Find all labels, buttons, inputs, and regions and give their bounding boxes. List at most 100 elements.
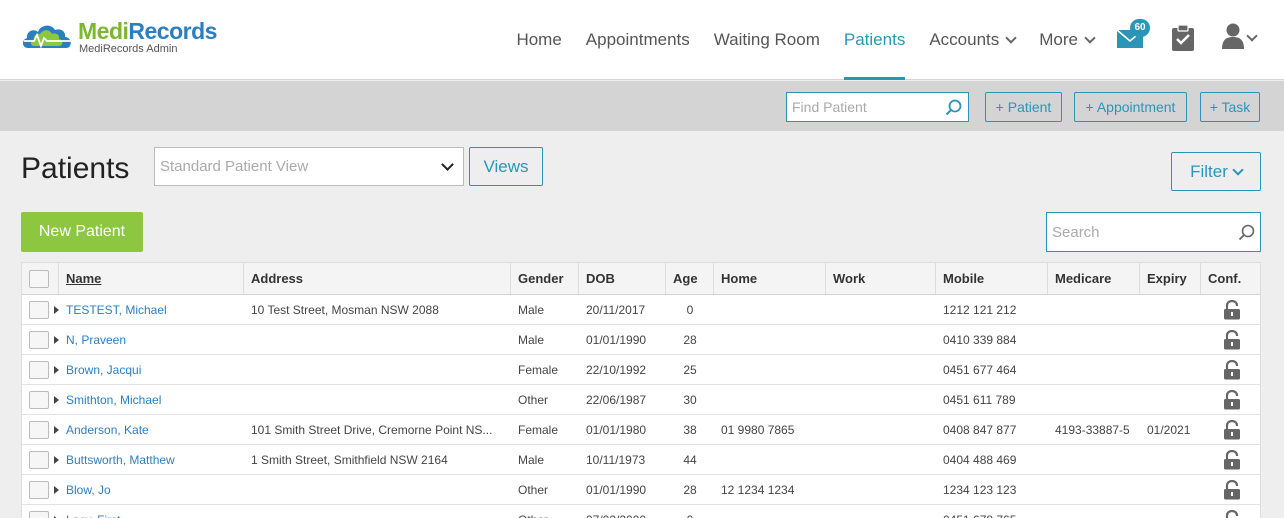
header-work[interactable]: Work [826, 263, 936, 294]
patient-mobile: 0451 678 765 [936, 505, 1048, 518]
search-icon[interactable] [945, 99, 962, 116]
header-name[interactable]: Name [59, 263, 244, 294]
patient-name-link[interactable]: Blow, Jo [59, 475, 244, 504]
user-menu-chevron-icon[interactable] [1246, 30, 1258, 42]
lock-icon[interactable] [1223, 299, 1241, 320]
header-dob[interactable]: DOB [579, 263, 666, 294]
nav-home[interactable]: Home [516, 0, 561, 80]
medirecords-logo[interactable]: MediRecords MediRecords Admin [20, 20, 217, 55]
patient-medicare-expiry: 01/2021 [1147, 422, 1191, 437]
find-patient-input[interactable] [787, 93, 937, 121]
row-checkbox[interactable] [29, 480, 49, 499]
patient-name-link[interactable]: TESTEST, Michael [59, 295, 244, 324]
patient-dob: 10/11/1973 [586, 452, 646, 467]
patient-dob: 01/01/1990 [586, 332, 647, 347]
patient-name-link[interactable]: Brown, Jacqui [59, 355, 244, 384]
row-select-cell [22, 295, 59, 324]
conf-cell [1201, 295, 1260, 324]
patient-name-link[interactable]: Lacy, First [59, 505, 244, 518]
patient-name-link[interactable]: Buttsworth, Matthew [59, 445, 244, 474]
filter-button[interactable]: Filter [1171, 152, 1261, 191]
lock-icon[interactable] [1223, 359, 1241, 380]
brand-name-part2: Records [128, 18, 217, 44]
conf-cell [1201, 415, 1260, 444]
user-icon[interactable] [1221, 22, 1245, 50]
patient-home-phone: 12 1234 1234 [721, 482, 795, 497]
add-patient-button[interactable]: + Patient [985, 92, 1062, 122]
nav-accounts[interactable]: Accounts [929, 0, 1017, 80]
chevron-down-icon [441, 158, 454, 171]
header-mobile[interactable]: Mobile [936, 263, 1048, 294]
add-task-button[interactable]: + Task [1200, 92, 1260, 122]
patient-name-link[interactable]: Anderson, Kate [59, 415, 244, 444]
nav-appointments[interactable]: Appointments [586, 0, 690, 80]
patient-name-link[interactable]: N, Praveen [59, 325, 244, 354]
patient-work-phone [826, 415, 936, 444]
header-expiry[interactable]: Expiry [1140, 263, 1201, 294]
row-checkbox[interactable] [29, 510, 49, 518]
table-row[interactable]: N, Praveen Male 01/01/1990 28 0410 339 8… [22, 325, 1260, 355]
search-icon[interactable] [1238, 224, 1255, 241]
row-checkbox[interactable] [29, 420, 49, 439]
patient-home-phone [714, 505, 826, 518]
patient-name-link[interactable]: Smithton, Michael [59, 385, 244, 414]
patient-dob: 07/02/2000 [579, 505, 666, 518]
header-medicare[interactable]: Medicare [1048, 263, 1140, 294]
header-address[interactable]: Address [244, 263, 511, 294]
lock-icon[interactable] [1223, 509, 1241, 518]
row-select-cell [22, 445, 59, 474]
patient-work-phone [826, 445, 936, 474]
table-row[interactable]: Anderson, Kate 101 Smith Street Drive, C… [22, 415, 1260, 445]
patient-home-phone [714, 355, 826, 384]
patient-gender: Other [511, 505, 579, 518]
conf-cell [1201, 355, 1260, 384]
views-button[interactable]: Views [469, 147, 543, 186]
lock-icon[interactable] [1223, 419, 1241, 440]
nav-waiting-room[interactable]: Waiting Room [714, 0, 820, 80]
table-row[interactable]: Buttsworth, Matthew 1 Smith Street, Smit… [22, 445, 1260, 475]
patient-work-phone [826, 325, 936, 354]
lock-icon[interactable] [1223, 479, 1241, 500]
header-conf[interactable]: Conf. [1201, 263, 1260, 294]
row-checkbox[interactable] [29, 330, 49, 349]
patient-dob: 01/01/1990 [586, 482, 647, 497]
select-all-checkbox[interactable] [29, 269, 49, 288]
header-home[interactable]: Home [714, 263, 826, 294]
row-checkbox[interactable] [29, 450, 49, 469]
lock-icon[interactable] [1223, 449, 1241, 470]
patient-view-select[interactable]: Standard Patient View [154, 147, 464, 186]
patient-mobile: 1212 121 212 [943, 302, 1017, 317]
patient-medicare [1048, 445, 1140, 474]
table-row[interactable]: Blow, Jo Other 01/01/1990 28 12 1234 123… [22, 475, 1260, 505]
header-gender[interactable]: Gender [511, 263, 579, 294]
add-appointment-button[interactable]: + Appointment [1074, 92, 1187, 122]
row-checkbox[interactable] [29, 300, 49, 319]
patient-medicare [1048, 295, 1140, 324]
table-search-input[interactable] [1047, 213, 1227, 251]
lock-icon[interactable] [1223, 329, 1241, 350]
clipboard-check-icon[interactable] [1171, 24, 1195, 52]
nav-patients[interactable]: Patients [843, 0, 906, 80]
chevron-down-icon [1084, 32, 1096, 44]
patient-dob: 01/01/1980 [586, 422, 647, 437]
patient-age: 28 [683, 482, 697, 497]
row-checkbox[interactable] [29, 390, 49, 409]
patient-address [244, 325, 511, 354]
row-checkbox[interactable] [29, 360, 49, 379]
table-row[interactable]: Lacy, First Other 07/02/2000 0 0451 678 … [22, 505, 1260, 518]
table-row[interactable]: TESTEST, Michael 10 Test Street, Mosman … [22, 295, 1260, 325]
patient-home-phone [714, 325, 826, 354]
patients-table: Name Address Gender DOB Age Home Work Mo… [21, 262, 1261, 518]
table-row[interactable]: Smithton, Michael Other 22/06/1987 30 04… [22, 385, 1260, 415]
header-age[interactable]: Age [666, 263, 714, 294]
table-row[interactable]: Brown, Jacqui Female 22/10/1992 25 0451 … [22, 355, 1260, 385]
patient-mobile: 1234 123 123 [943, 482, 1017, 497]
nav-more[interactable]: More [1039, 0, 1096, 80]
lock-icon[interactable] [1223, 389, 1241, 410]
patient-work-phone [826, 355, 936, 384]
patient-gender: Male [518, 302, 545, 317]
patient-mobile: 0451 677 464 [943, 362, 1017, 377]
new-patient-button[interactable]: New Patient [21, 212, 143, 252]
page-title: Patients [21, 152, 130, 185]
cloud-heartbeat-icon [22, 25, 72, 49]
